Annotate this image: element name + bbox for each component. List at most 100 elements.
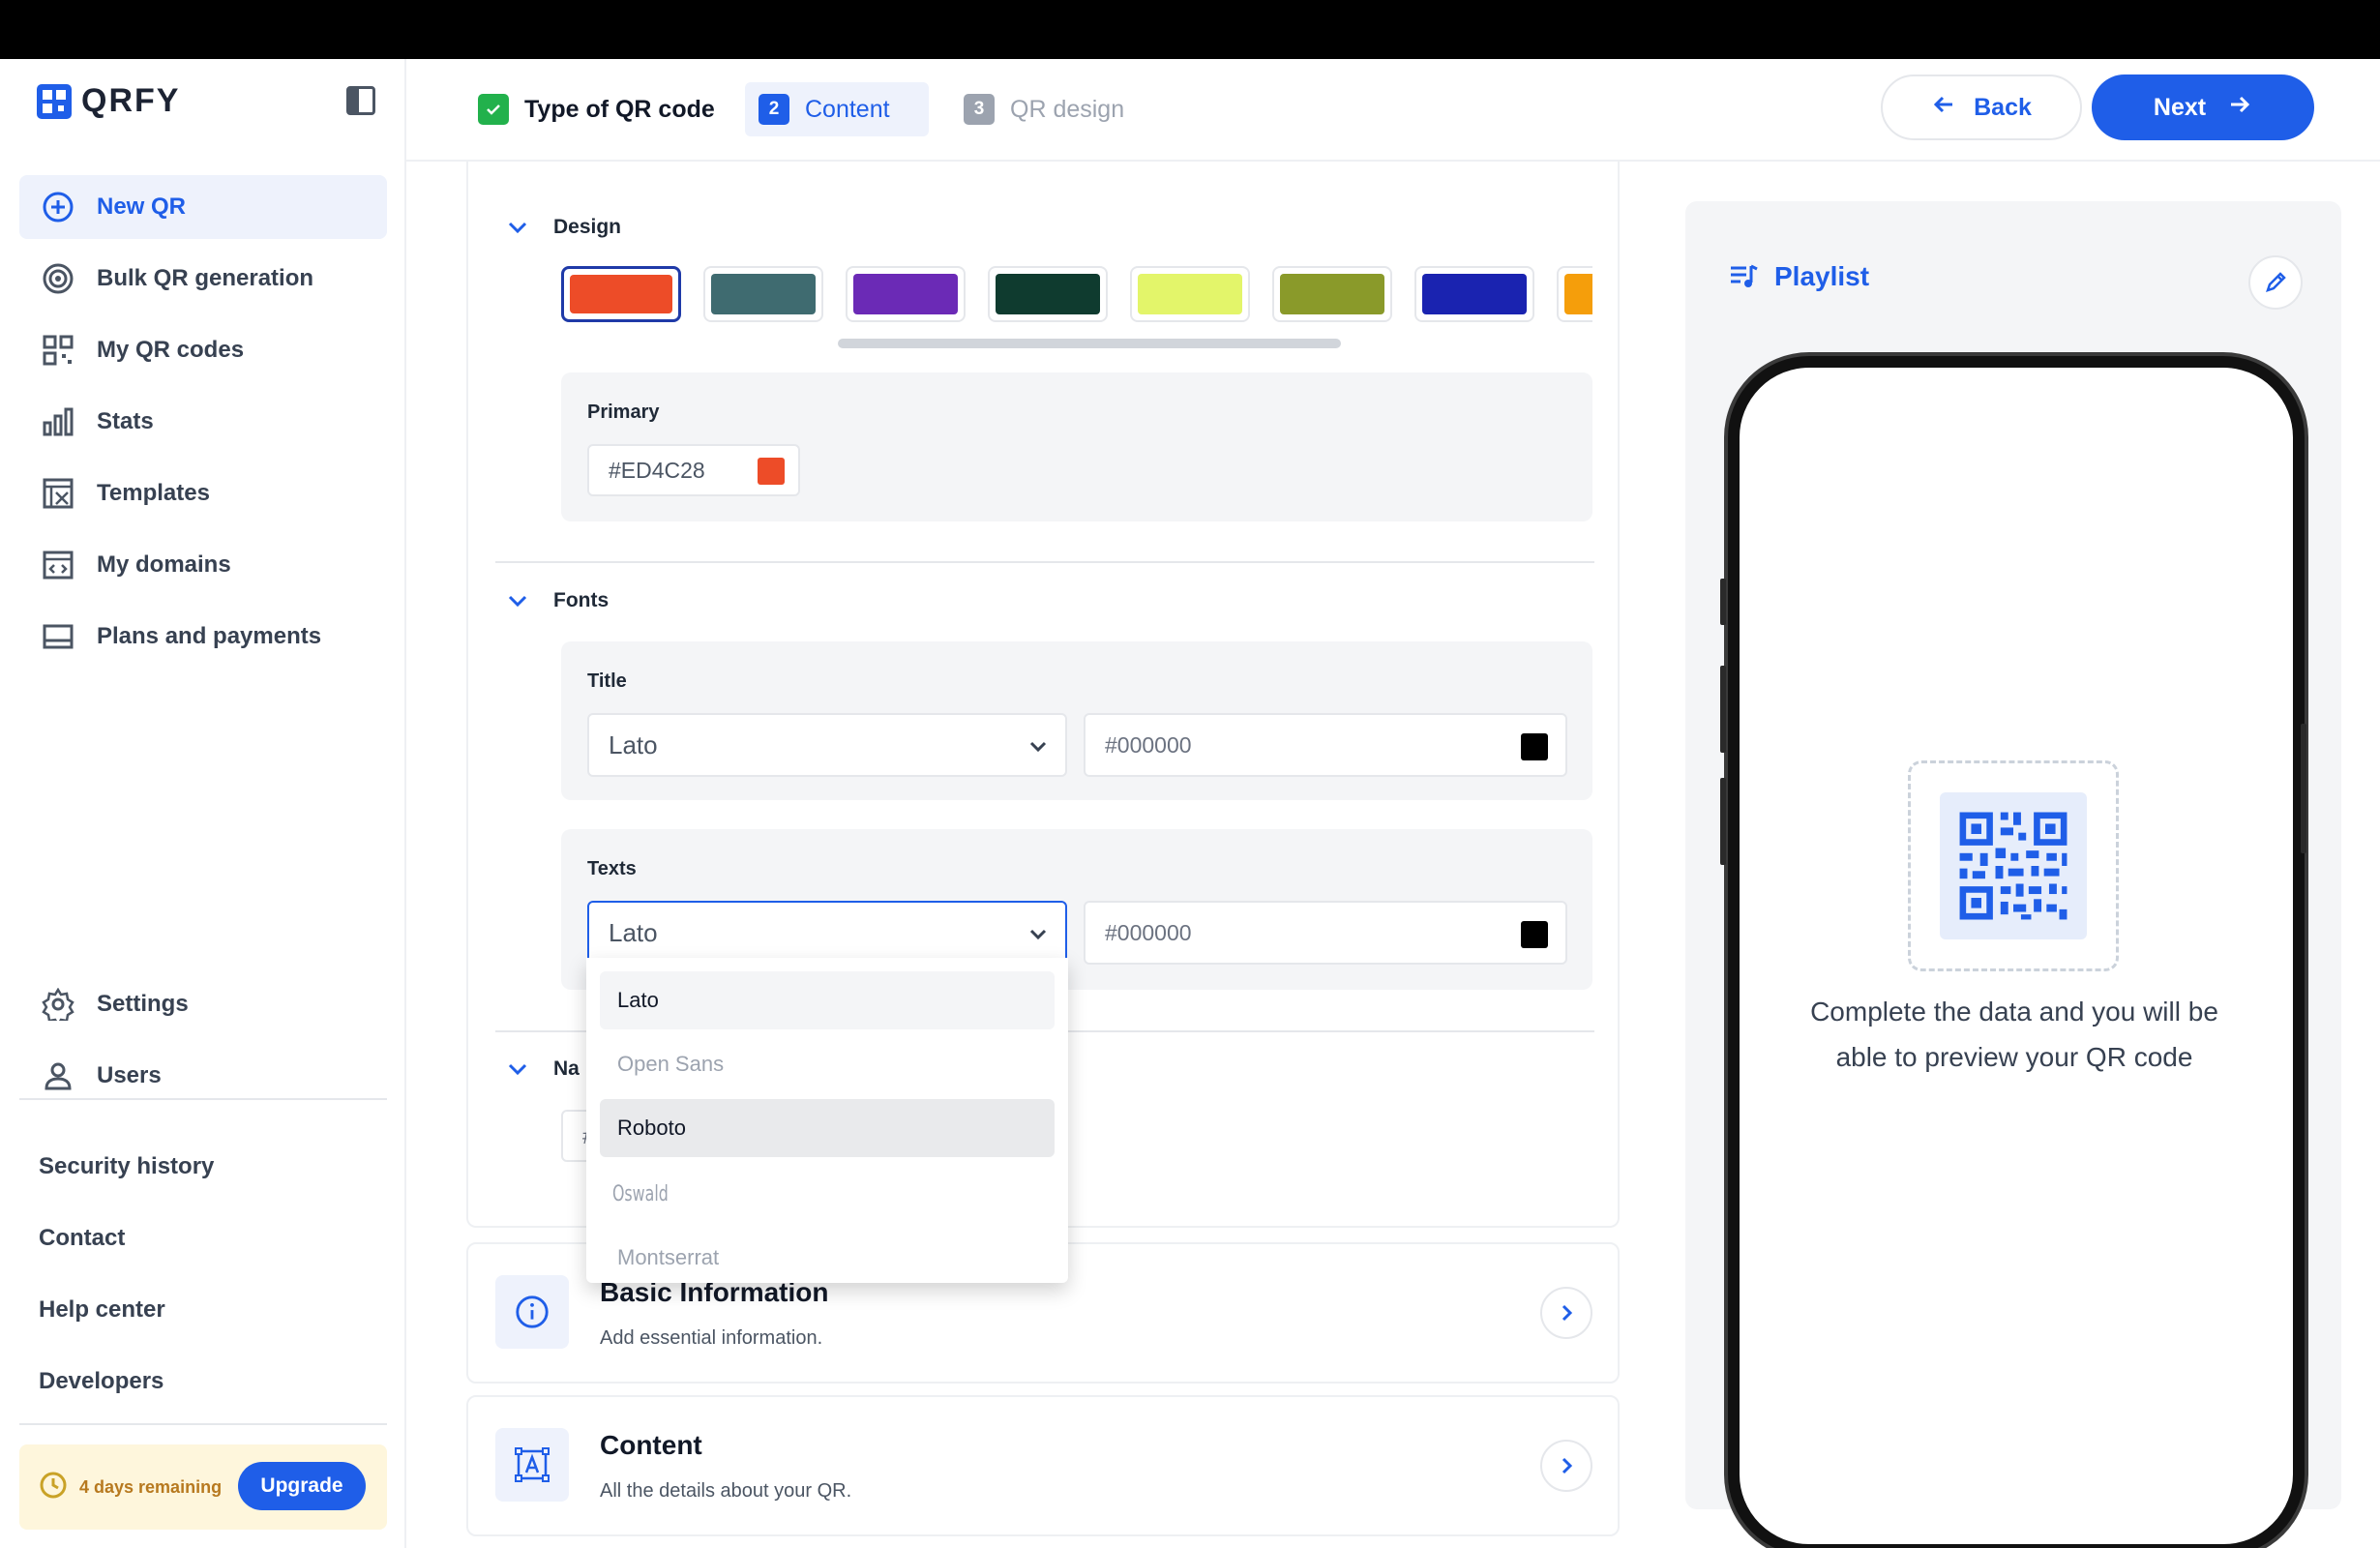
back-button[interactable]: Back: [1881, 74, 2082, 140]
phone-side-button: [2301, 724, 2306, 853]
texts-font-select[interactable]: Lato: [587, 901, 1067, 965]
palette-swatch[interactable]: [1414, 266, 1534, 322]
fonts-section-title: Fonts: [553, 589, 610, 611]
stats-icon: [41, 404, 75, 439]
title-color-value: #000000: [1105, 731, 1192, 758]
domains-icon: [41, 548, 75, 582]
palette-swatch[interactable]: [846, 266, 966, 322]
font-option-open-sans[interactable]: Open Sans: [600, 1035, 1055, 1093]
bulk-icon: [41, 261, 75, 296]
sidebar-item-label: My domains: [97, 551, 231, 578]
content-frame-icon: [495, 1428, 569, 1502]
palette-swatch[interactable]: [703, 266, 823, 322]
sidebar-item-new-qr[interactable]: New QR: [19, 175, 387, 239]
upgrade-button[interactable]: Upgrade: [238, 1462, 366, 1510]
window-top-bar: [0, 0, 2380, 59]
sidebar-item-bulk-qr[interactable]: Bulk QR generation: [19, 247, 387, 311]
logo[interactable]: QRFY: [37, 82, 180, 120]
basic-information-subtitle: Add essential information.: [600, 1327, 823, 1349]
sidebar-item-templates[interactable]: Templates: [19, 461, 387, 525]
palette-swatch[interactable]: [988, 266, 1108, 322]
arrow-right-icon: [2227, 92, 2252, 124]
content-subtitle: All the details about your QR.: [600, 1480, 852, 1502]
color-swatch-preview[interactable]: [1521, 733, 1548, 760]
chevron-down-icon: [508, 1063, 527, 1076]
font-option-montserrat[interactable]: Montserrat: [600, 1229, 1055, 1283]
content-card[interactable]: Content All the details about your QR.: [466, 1395, 1620, 1536]
color-swatch-preview[interactable]: [1521, 921, 1548, 948]
back-label: Back: [1974, 93, 2032, 121]
chevron-right-icon: [1562, 1457, 1573, 1474]
chevron-down-icon: [508, 222, 527, 234]
texts-font-value: Lato: [609, 917, 658, 947]
step-qr-design[interactable]: 3 QR design: [950, 82, 1138, 136]
sidebar-item-my-qr-codes[interactable]: My QR codes: [19, 318, 387, 382]
next-button[interactable]: Next: [2092, 74, 2314, 140]
app-root: QRFY New QR Bulk QR generation My QR cod…: [0, 0, 2380, 1548]
clock-icon: [39, 1471, 68, 1504]
title-font-panel: Title Lato #000000: [561, 641, 1592, 800]
sidebar: QRFY New QR Bulk QR generation My QR cod…: [0, 59, 406, 1548]
design-section-title: Design: [553, 216, 622, 238]
na-section-toggle[interactable]: Na: [507, 1057, 580, 1081]
title-font-value: Lato: [609, 729, 658, 759]
swatch-color: [996, 274, 1100, 314]
info-icon: [495, 1275, 569, 1349]
playlist-icon: [1731, 264, 1758, 287]
logo-mark-icon: [37, 83, 72, 119]
font-option-oswald[interactable]: Oswald: [600, 1165, 927, 1223]
primary-label: Primary: [587, 402, 660, 423]
swatch-color: [711, 274, 816, 314]
sidebar-item-label: Settings: [97, 991, 189, 1017]
title-font-select[interactable]: Lato: [587, 713, 1067, 777]
sidebar-item-settings[interactable]: Settings: [19, 972, 387, 1036]
security-history-link[interactable]: Security history: [39, 1131, 214, 1203]
step-label: Type of QR code: [524, 95, 715, 123]
step-type-of-qr[interactable]: Type of QR code: [464, 82, 729, 136]
logo-text: QRFY: [81, 82, 181, 119]
sidebar-divider: [19, 1423, 387, 1425]
title-color-input[interactable]: #000000: [1084, 713, 1567, 777]
palette-swatch[interactable]: [1272, 266, 1392, 322]
sidebar-item-stats[interactable]: Stats: [19, 390, 387, 454]
sidebar-item-my-domains[interactable]: My domains: [19, 533, 387, 597]
trial-banner: 4 days remaining Upgrade: [19, 1444, 387, 1530]
palette-swatch[interactable]: [561, 266, 681, 322]
edit-preview-button[interactable]: [2248, 255, 2303, 310]
palette-swatch[interactable]: [1557, 266, 1592, 322]
palette-swatch[interactable]: [1130, 266, 1250, 322]
preview-title: Playlist: [1728, 261, 1869, 292]
sidebar-collapse-icon[interactable]: [346, 86, 375, 115]
sidebar-item-label: Users: [97, 1062, 162, 1088]
primary-color-input[interactable]: #ED4C28: [587, 444, 800, 496]
sidebar-item-label: Bulk QR generation: [97, 265, 314, 291]
chevron-right-icon: [1562, 1304, 1573, 1322]
step-content[interactable]: 2 Content: [745, 82, 929, 136]
qr-placeholder: [1908, 760, 2119, 971]
contact-link[interactable]: Contact: [39, 1203, 214, 1274]
font-option-lato[interactable]: Lato: [600, 971, 1055, 1029]
design-section-toggle[interactable]: Design: [507, 216, 621, 239]
texts-color-input[interactable]: #000000: [1084, 901, 1567, 965]
color-swatch-preview[interactable]: [758, 458, 785, 485]
expand-content-button[interactable]: [1540, 1440, 1592, 1492]
next-label: Next: [2153, 93, 2207, 121]
swatch-color: [1280, 274, 1384, 314]
font-option-roboto[interactable]: Roboto: [600, 1099, 1055, 1157]
palette-scrollbar[interactable]: [838, 339, 1341, 348]
qr-code-icon: [1940, 792, 2087, 939]
swatch-color: [853, 274, 958, 314]
qr-codes-icon: [41, 333, 75, 368]
na-section-title: Na: [553, 1057, 580, 1080]
fonts-section-toggle[interactable]: Fonts: [507, 589, 609, 612]
palette-swatches: [561, 266, 1592, 324]
primary-color-panel: Primary #ED4C28: [561, 372, 1592, 521]
help-center-link[interactable]: Help center: [39, 1274, 214, 1346]
sidebar-item-plans-payments[interactable]: Plans and payments: [19, 605, 387, 669]
phone-side-button: [1720, 666, 1726, 753]
developers-link[interactable]: Developers: [39, 1346, 214, 1417]
expand-basic-information-button[interactable]: [1540, 1287, 1592, 1339]
phone-side-button: [1720, 579, 1726, 625]
stepper-header: Type of QR code 2 Content 3 QR design Ba…: [406, 59, 2380, 162]
arrow-left-icon: [1931, 92, 1956, 124]
